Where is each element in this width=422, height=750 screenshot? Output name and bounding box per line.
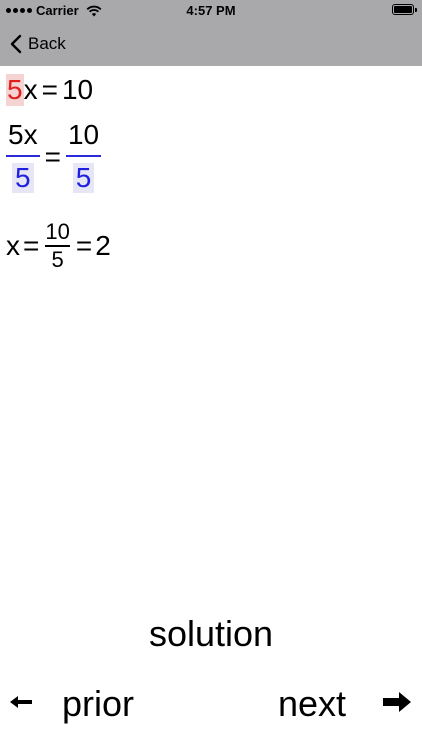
fraction-left: 5x 5	[6, 120, 40, 193]
back-label: Back	[28, 34, 66, 53]
numerator: 10	[67, 119, 100, 150]
left-arrow-icon[interactable]	[8, 692, 34, 712]
fraction-bar	[65, 155, 102, 157]
fraction-result: 10 5	[45, 219, 70, 272]
right-hand-side: 10	[61, 74, 94, 105]
solution-button[interactable]: solution	[0, 612, 422, 656]
numerator: 5x	[8, 119, 38, 150]
right-arrow-icon[interactable]	[381, 690, 413, 714]
equation-line-1: 5 x = 10	[6, 74, 93, 106]
equation-line-2: 5x 5 = 10 5	[6, 119, 102, 193]
variable: x	[6, 229, 20, 261]
status-bar: Carrier 4:57 PM	[0, 0, 422, 22]
battery-icon	[392, 4, 417, 15]
chevron-left-icon	[10, 34, 22, 54]
equation-line-3: x = 10 5 = 2	[6, 220, 111, 272]
next-button[interactable]: next	[278, 682, 346, 726]
fraction-right: 10 5	[65, 119, 102, 193]
coefficient-highlight: 5	[6, 74, 24, 106]
numerator: 10	[45, 219, 70, 244]
navigation-bar: Carrier 4:57 PM Back	[0, 0, 422, 66]
equals-sign: =	[75, 229, 93, 261]
status-time: 4:57 PM	[186, 3, 236, 18]
back-button[interactable]: Back	[10, 30, 66, 58]
prior-button[interactable]: prior	[62, 682, 134, 726]
denominator-highlight: 5	[12, 163, 34, 193]
result-value: 2	[95, 229, 111, 261]
bottom-navigation: prior next	[0, 680, 422, 730]
denominator-highlight: 5	[72, 163, 95, 193]
equals-sign: =	[41, 74, 58, 105]
fraction-bar	[6, 155, 40, 157]
denominator: 5	[51, 246, 64, 272]
variable: x	[23, 74, 38, 105]
equals-sign: =	[44, 140, 61, 172]
equals-sign: =	[23, 229, 40, 261]
